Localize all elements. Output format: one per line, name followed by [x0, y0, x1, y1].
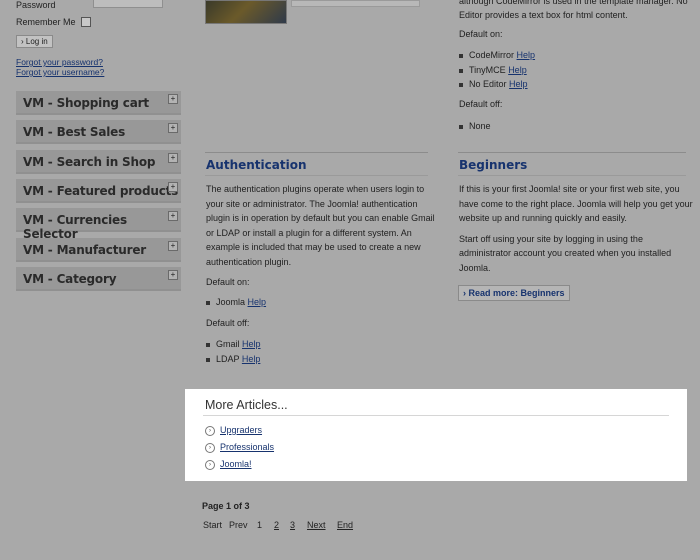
- module-category[interactable]: VM - Category +: [16, 267, 181, 291]
- authentication-default-on-label: Default on:: [206, 277, 250, 287]
- help-link[interactable]: Help: [248, 297, 267, 307]
- help-link[interactable]: Help: [242, 354, 261, 364]
- more-articles-panel: More Articles... › Upgraders › Professiona…: [185, 389, 687, 481]
- expand-icon[interactable]: +: [168, 270, 178, 280]
- authentication-text-line: The authentication plugins operate when …: [206, 184, 425, 194]
- page-counter: Page 1 of 3: [202, 501, 250, 511]
- section-divider: [458, 152, 686, 153]
- remember-me-label: Remember Me: [16, 17, 76, 27]
- authentication-text-line: or LDAP or install a plugin for a differ…: [206, 228, 412, 238]
- item-name: Gmail: [216, 339, 240, 349]
- forgot-password-link[interactable]: Forgot your password?: [16, 57, 103, 67]
- list-item: No Editor Help: [459, 79, 528, 89]
- module-title: VM - Best Sales: [23, 125, 126, 139]
- password-label: Password: [16, 0, 56, 10]
- editors-default-on-label: Default on:: [459, 29, 503, 39]
- pagination-page-2[interactable]: 2: [274, 520, 279, 530]
- expand-icon[interactable]: +: [168, 94, 178, 104]
- list-item: › Upgraders: [205, 425, 262, 436]
- authentication-text-line: plugin is in operation by default but yo…: [206, 213, 435, 223]
- list-item: › Professionals: [205, 442, 274, 453]
- article-link-upgraders[interactable]: Upgraders: [220, 425, 262, 435]
- heading-underline: [458, 175, 686, 176]
- list-item: TinyMCE Help: [459, 65, 527, 75]
- article-link-professionals[interactable]: Professionals: [220, 442, 274, 452]
- module-title: VM - Category: [23, 272, 117, 286]
- module-shopping-cart[interactable]: VM - Shopping cart +: [16, 91, 181, 115]
- module-best-sales[interactable]: VM - Best Sales +: [16, 120, 181, 144]
- read-more-label: Read more: Beginners: [468, 288, 565, 298]
- article-thumbnail: [205, 0, 287, 24]
- login-button[interactable]: › Log in: [16, 35, 53, 48]
- pagination-current: 1: [257, 520, 263, 530]
- section-divider: [205, 152, 428, 153]
- password-input[interactable]: [93, 0, 163, 8]
- module-currencies-selector[interactable]: VM - Currencies Selector +: [16, 208, 181, 241]
- help-link[interactable]: Help: [242, 339, 261, 349]
- forgot-username-link[interactable]: Forgot your username?: [16, 67, 104, 77]
- more-articles-divider: [203, 415, 669, 416]
- authentication-default-off-label: Default off:: [206, 318, 250, 328]
- beginners-text-line: Start off using your site by logging in …: [459, 234, 643, 244]
- heading-underline: [205, 175, 428, 176]
- authentication-heading: Authentication: [206, 158, 307, 172]
- arrow-right-icon: ›: [205, 459, 215, 470]
- beginners-text-line: administrator account you created when y…: [459, 248, 672, 258]
- remember-me-checkbox[interactable]: [81, 17, 91, 27]
- module-title: VM - Currencies Selector: [23, 213, 127, 241]
- module-title: VM - Search in Shop: [23, 155, 156, 169]
- list-item: None: [459, 121, 491, 131]
- module-title: VM - Shopping cart: [23, 96, 149, 110]
- module-search-in-shop[interactable]: VM - Search in Shop +: [16, 150, 181, 174]
- expand-icon[interactable]: +: [168, 123, 178, 133]
- beginners-text-line: Joomla.: [459, 263, 491, 273]
- pagination-next[interactable]: Next: [307, 520, 326, 530]
- pagination-prev: Prev: [229, 520, 248, 530]
- pagination-end[interactable]: End: [337, 520, 353, 530]
- module-featured-products[interactable]: VM - Featured products +: [16, 179, 181, 203]
- item-name: TinyMCE: [469, 65, 506, 75]
- list-item: › Joomla!: [205, 459, 252, 470]
- article-placeholder-bar: [291, 0, 420, 7]
- article-link-joomla[interactable]: Joomla!: [220, 459, 252, 469]
- module-title: VM - Featured products: [23, 184, 179, 198]
- item-name: CodeMirror: [469, 50, 515, 60]
- list-item: LDAP Help: [206, 354, 260, 364]
- beginners-text-line: have come to the right place. Joomla wil…: [459, 199, 693, 209]
- beginners-text-line: website up and running quickly and easil…: [459, 213, 627, 223]
- module-manufacturer[interactable]: VM - Manufacturer +: [16, 238, 181, 262]
- item-name: No Editor: [469, 79, 507, 89]
- pagination-start: Start: [203, 520, 223, 530]
- authentication-text-line: your site or administrator. The Joomla! …: [206, 199, 418, 209]
- expand-icon[interactable]: +: [168, 241, 178, 251]
- list-item: Joomla Help: [206, 297, 266, 307]
- authentication-text-line: authentication plugin.: [206, 257, 292, 267]
- login-button-label: Log in: [25, 37, 48, 46]
- help-link[interactable]: Help: [509, 79, 528, 89]
- pagination-page-3[interactable]: 3: [290, 520, 295, 530]
- list-item: Gmail Help: [206, 339, 261, 349]
- help-link[interactable]: Help: [517, 50, 536, 60]
- more-articles-heading: More Articles...: [205, 398, 288, 412]
- arrow-right-icon: ›: [205, 425, 215, 436]
- expand-icon[interactable]: +: [168, 211, 178, 221]
- item-name: None: [469, 121, 491, 131]
- list-item: CodeMirror Help: [459, 50, 535, 60]
- beginners-text-line: If this is your first Joomla! site or yo…: [459, 184, 680, 194]
- authentication-text-line: example is included that may be used to …: [206, 242, 421, 252]
- expand-icon[interactable]: +: [168, 182, 178, 192]
- item-name: Joomla: [216, 297, 246, 307]
- help-link[interactable]: Help: [508, 65, 527, 75]
- expand-icon[interactable]: +: [168, 153, 178, 163]
- beginners-heading: Beginners: [459, 158, 528, 172]
- read-more-beginners-button[interactable]: › Read more: Beginners: [458, 285, 570, 301]
- editors-text-line: Editor provides a text box for html cont…: [459, 10, 628, 20]
- item-name: LDAP: [216, 354, 240, 364]
- editors-default-off-label: Default off:: [459, 99, 503, 109]
- module-title: VM - Manufacturer: [23, 243, 146, 257]
- arrow-right-icon: ›: [205, 442, 215, 453]
